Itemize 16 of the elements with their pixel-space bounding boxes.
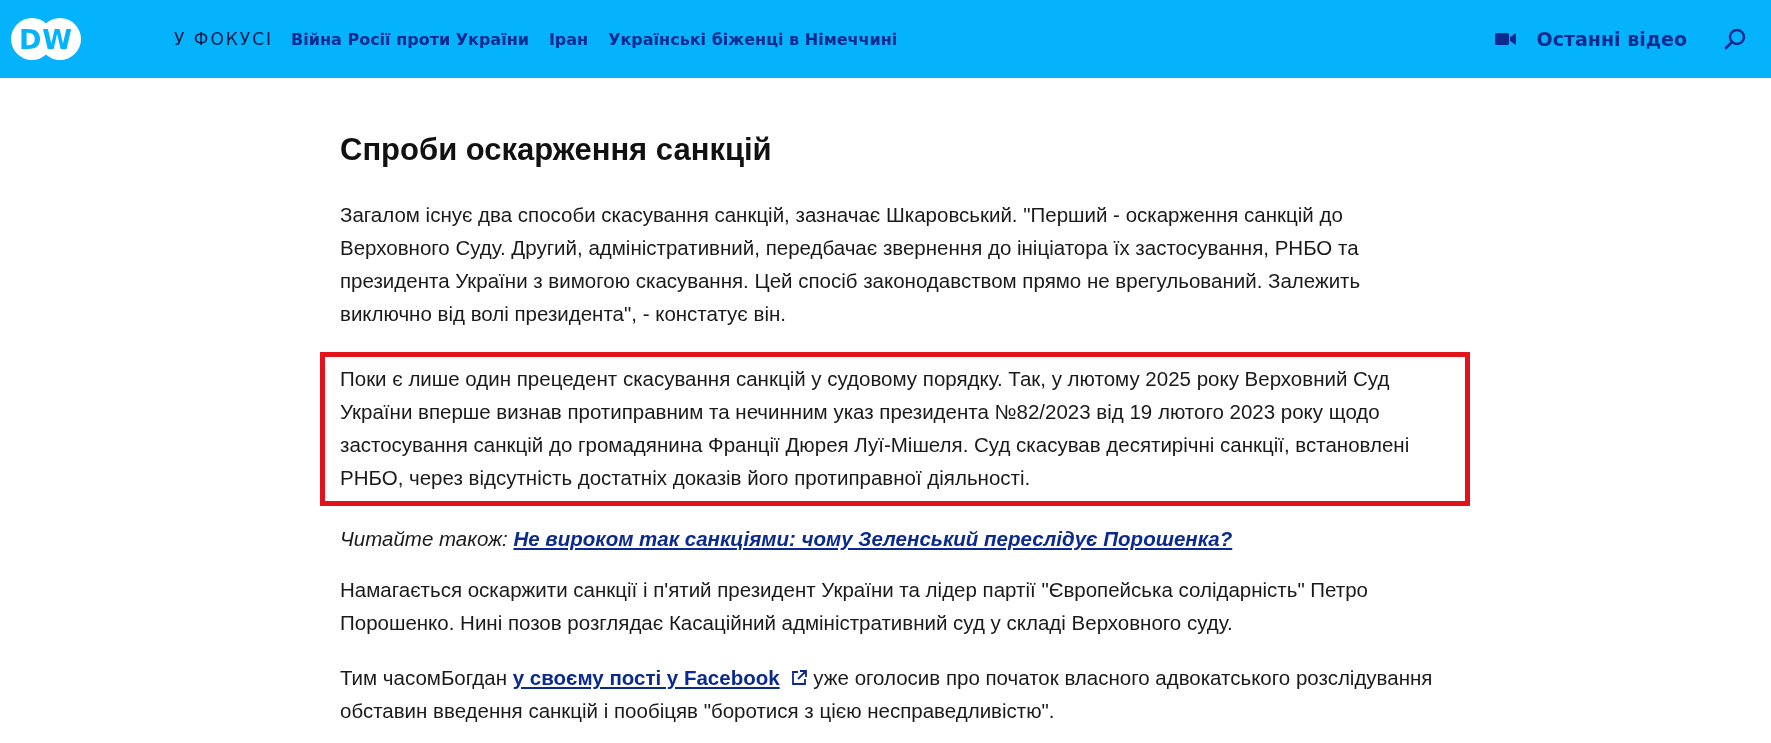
search-icon[interactable] (1723, 27, 1747, 51)
paragraph-text: Загалом існує два способи скасування санкцій, зазначає Шкаровський. "Перший - оскарження санкцій до Верховного Суду. Другий, адміністративний, передбачає звернення до ініціатора їх застосування, РНБО та президента України з вимогою скасування. Цей спосіб законодавством прямо не врегульований. Залежить виключно від волі президента", - констатує він. (340, 202, 1362, 327)
article-link[interactable]: Не вироком так санкціями: чому Зеленський переслідує Порошенка? (513, 527, 1233, 550)
nav-link[interactable]: Українські біженці в Німеччині (608, 29, 898, 49)
nav-link[interactable]: Війна Росії проти України (291, 29, 529, 49)
latest-videos-link[interactable]: Останні відео (1494, 28, 1687, 50)
highlighted-paragraph: Поки є лише один прецедент скасування санкцій у судовому порядку. Так, у лютому 2025 року Верховний Суд України вперше визнав протиправним та нечинним указ президента №82/2023 від 19 лютого 2023 року щодо застосування санкцій до громадянина Франції Дюрея Луї-Мішеля. Суд скасував десятирічні санкції, встановлені РНБО, через відсутність достатніх доказів його протиправної діяльності. (320, 352, 1470, 506)
section-heading: Спроби оскарження санкцій (340, 132, 773, 168)
nav-link[interactable]: Іран (548, 29, 589, 49)
video-camera-icon (1494, 31, 1517, 47)
focus-label: У ФОКУСІ (174, 29, 274, 49)
external-link-icon (789, 669, 808, 687)
paragraph-text: Намагається оскаржити санкції і п'ятий президент України та лідер партії "Європейська солідарність" Петро Порошенко. Нині позов розглядає Касаційний адміністративний суд у складі Верховного суду. (340, 577, 1369, 636)
read-also-text: Читайте також: Не вироком так санкціями: чому Зеленський переслідує Порошенка? (340, 526, 1234, 552)
facebook-post-link[interactable]: у своєму пості у Facebook (512, 666, 808, 689)
paragraph-text: Тим часомБогдан у своєму пості у Facebook уже оголосив про початок власного адвокатського розслідування обставин введення санкцій і пообіцяв "боротися з цією несправедливістю". (340, 665, 1434, 724)
